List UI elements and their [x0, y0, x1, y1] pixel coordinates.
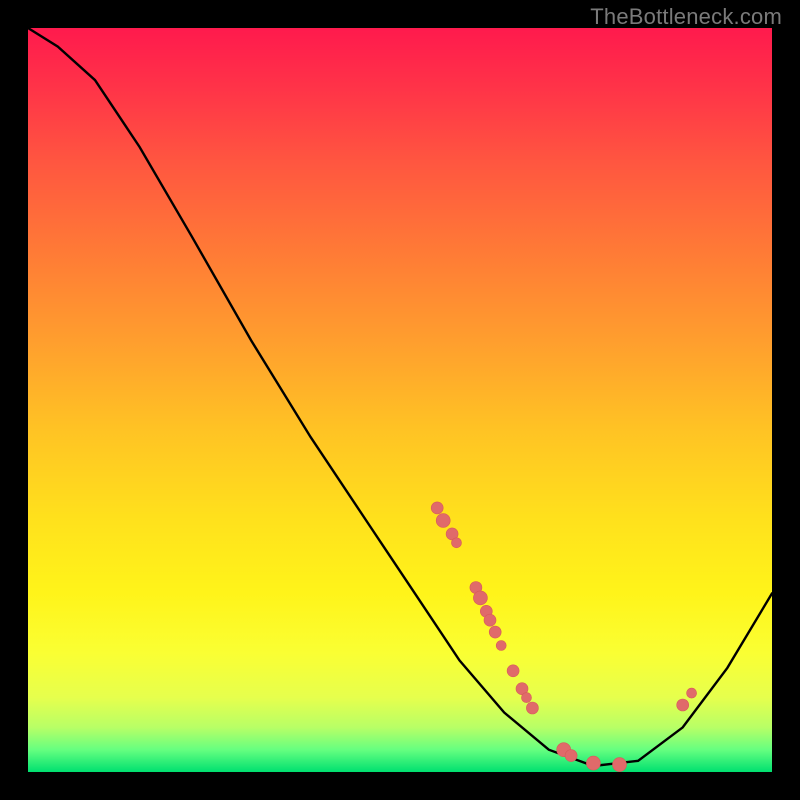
scatter-dot: [473, 591, 487, 605]
scatter-dot: [687, 688, 697, 698]
scatter-dot: [526, 702, 538, 714]
watermark-text: TheBottleneck.com: [590, 4, 782, 30]
bottleneck-curve: [28, 28, 772, 766]
scatter-dot: [565, 750, 577, 762]
scatter-dot: [489, 626, 501, 638]
chart-plot-area: [28, 28, 772, 772]
scatter-dot: [507, 665, 519, 677]
scatter-dot: [522, 693, 532, 703]
scatter-dot: [613, 758, 627, 772]
scatter-dot: [586, 756, 600, 770]
chart-svg: [28, 28, 772, 772]
scatter-dot: [431, 502, 443, 514]
scatter-dots: [431, 502, 696, 772]
scatter-dot: [452, 538, 462, 548]
scatter-dot: [496, 641, 506, 651]
scatter-dot: [677, 699, 689, 711]
scatter-dot: [484, 614, 496, 626]
scatter-dot: [436, 514, 450, 528]
